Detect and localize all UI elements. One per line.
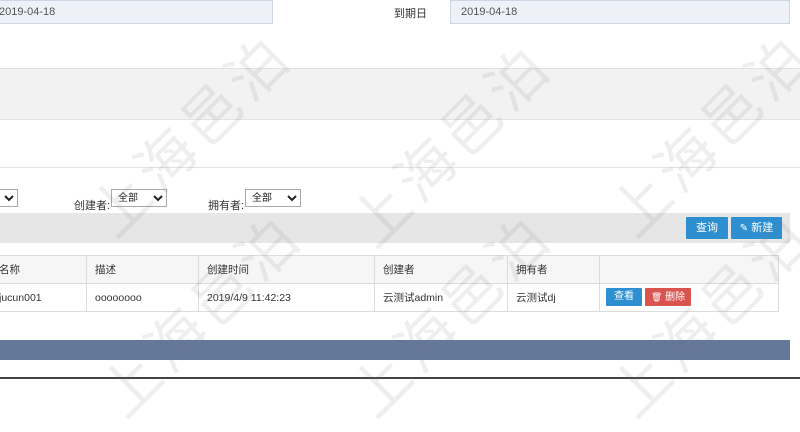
bottom-border: [0, 377, 800, 379]
cell-creator: 云测试admin: [374, 283, 508, 312]
column-header-name: 名称: [0, 255, 87, 284]
query-button-label: 查询: [696, 222, 718, 234]
new-button-label: 新建: [751, 222, 774, 234]
query-button[interactable]: 查询: [686, 217, 728, 239]
delete-button[interactable]: 🗑 删除: [645, 288, 691, 306]
first-filter-select[interactable]: [0, 189, 18, 207]
due-date-label: 到期日: [394, 8, 427, 20]
view-button[interactable]: 查看: [606, 288, 642, 306]
new-button[interactable]: ✎ 新建: [731, 217, 782, 239]
creator-label: 创建者:: [74, 200, 111, 212]
section-divider: [0, 167, 800, 168]
cell-created: 2019/4/9 11:42:23: [198, 283, 375, 312]
view-button-label: 查看: [614, 291, 634, 302]
footer-bar: [0, 340, 790, 360]
owner-select[interactable]: 全部: [245, 189, 301, 207]
delete-button-label: 删除: [665, 292, 686, 303]
due-date-field[interactable]: 2019-04-18: [450, 0, 790, 24]
table-header-row: 名称 描述 创建时间 创建者 拥有者: [0, 255, 779, 284]
toolbar-band: [0, 213, 790, 243]
start-date-value: 2019-04-18: [0, 6, 56, 18]
cell-name: jucun001: [0, 283, 87, 312]
column-header-actions: [599, 255, 779, 284]
column-header-owner: 拥有者: [507, 255, 600, 284]
column-header-desc: 描述: [86, 255, 199, 284]
cell-actions: 查看 🗑 删除: [599, 283, 779, 312]
section-header-band: [0, 69, 800, 119]
column-header-created: 创建时间: [198, 255, 375, 284]
trash-icon: 🗑: [650, 292, 663, 302]
cell-owner: 云测试dj: [507, 283, 600, 312]
owner-label: 拥有者:: [208, 200, 245, 212]
creator-select[interactable]: 全部: [111, 189, 167, 207]
pencil-icon: ✎: [739, 223, 749, 234]
due-date-value: 2019-04-18: [461, 6, 518, 18]
data-table: 名称 描述 创建时间 创建者 拥有者 jucun001 oooooooo 201…: [0, 255, 779, 312]
start-date-field[interactable]: 2019-04-18: [0, 0, 273, 24]
column-header-creator: 创建者: [374, 255, 508, 284]
section-divider: [0, 119, 800, 120]
cell-desc: oooooooo: [86, 283, 199, 312]
table-row: jucun001 oooooooo 2019/4/9 11:42:23 云测试a…: [0, 283, 779, 312]
